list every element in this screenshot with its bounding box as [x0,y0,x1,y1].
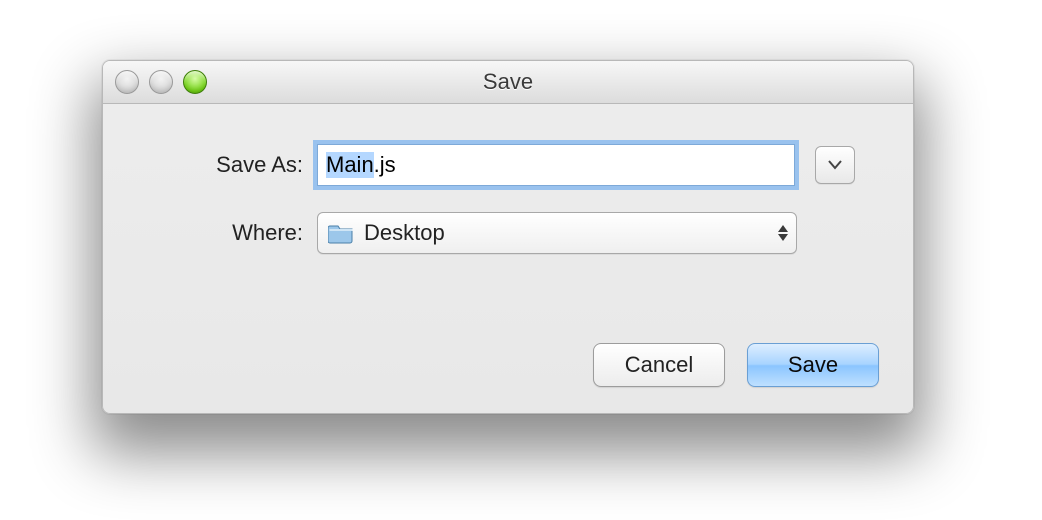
close-window-button[interactable] [115,70,139,94]
chevron-down-icon [828,160,842,170]
window-controls [115,70,207,94]
dialog-body: Save As: Where: Desktop [103,104,913,304]
where-row: Where: Desktop [143,212,873,254]
save-button-label: Save [788,352,838,378]
save-as-row: Save As: [143,144,873,186]
title-bar: Save [103,61,913,104]
dialog-title: Save [483,69,533,95]
location-selected-text: Desktop [364,220,445,246]
cancel-button[interactable]: Cancel [593,343,725,387]
select-stepper-icon [778,225,788,241]
cancel-button-label: Cancel [625,352,693,378]
save-dialog: Save Save As: Where: Desktop [102,60,914,414]
save-as-label: Save As: [143,152,317,178]
folder-icon [328,222,354,244]
dialog-footer: Cancel Save [593,343,879,387]
minimize-window-button[interactable] [149,70,173,94]
location-select[interactable]: Desktop [317,212,797,254]
filename-input[interactable] [317,144,795,186]
expand-locations-button[interactable] [815,146,855,184]
save-button[interactable]: Save [747,343,879,387]
where-label: Where: [143,220,317,246]
zoom-window-button[interactable] [183,70,207,94]
